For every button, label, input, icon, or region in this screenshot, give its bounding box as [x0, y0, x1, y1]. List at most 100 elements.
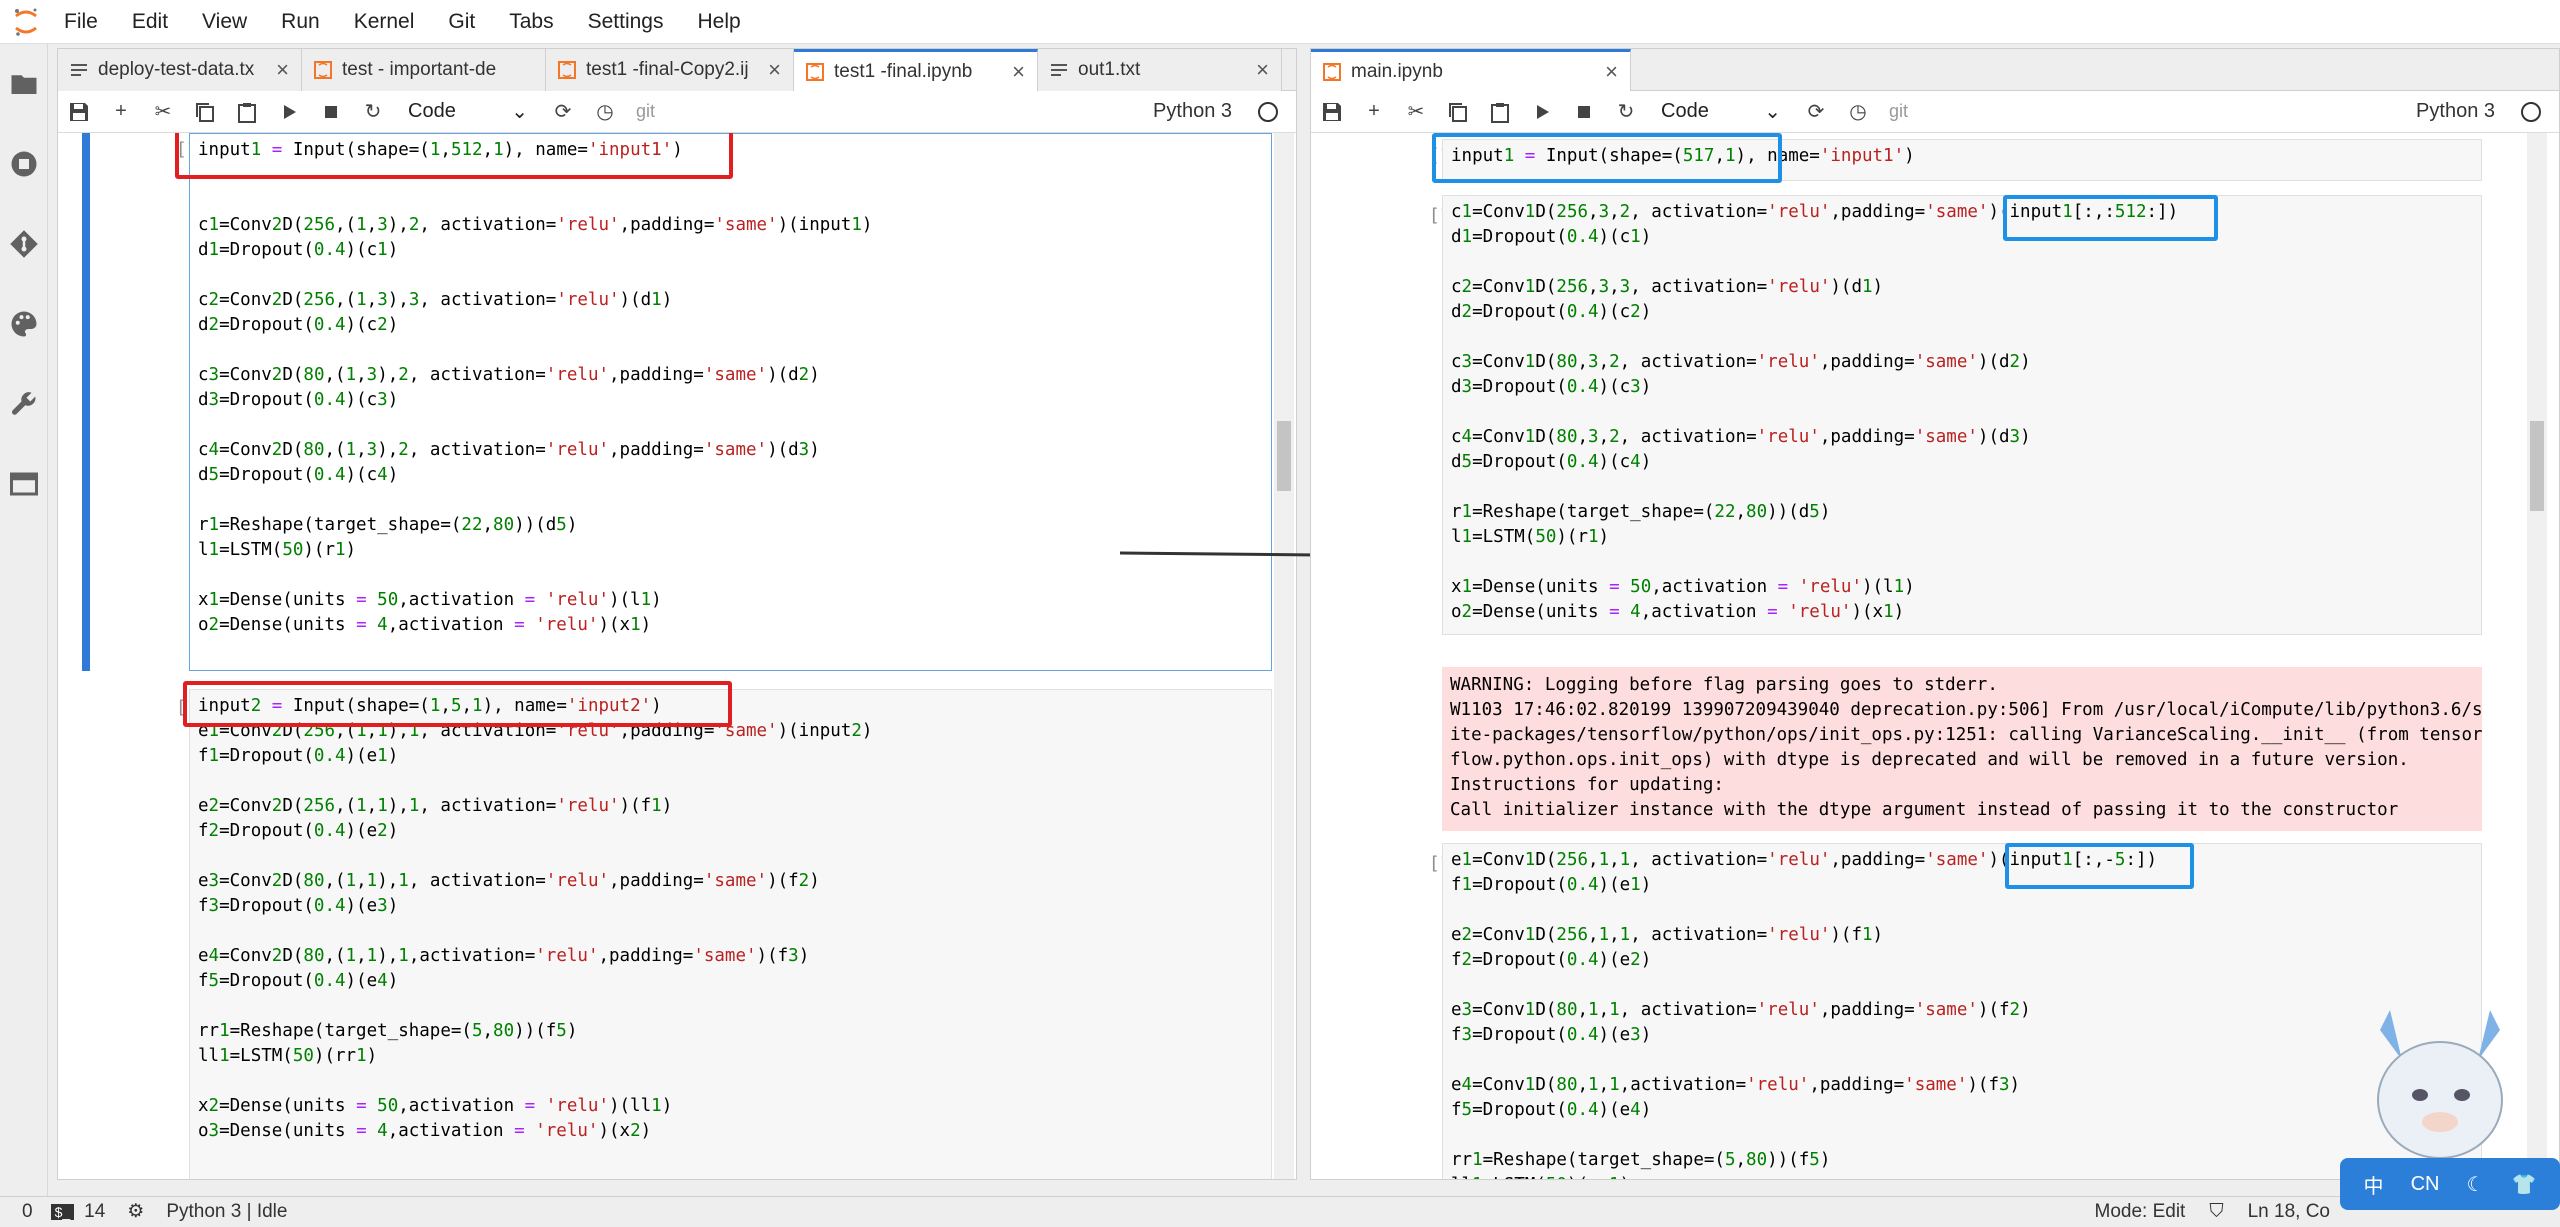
- copy-icon[interactable]: [184, 92, 226, 132]
- refresh-icon[interactable]: ⟳: [1795, 92, 1837, 132]
- add-cell-icon[interactable]: +: [1353, 92, 1395, 132]
- scrollbar[interactable]: [1274, 133, 1294, 1179]
- tab-test1-final[interactable]: test1 -final.ipynb ×: [794, 49, 1038, 91]
- code-line: f5=Dropout(0.4)(e4): [1451, 1098, 2473, 1123]
- jupyter-logo-icon: [0, 0, 52, 44]
- menu-settings[interactable]: Settings: [588, 10, 664, 34]
- cell-type-select[interactable]: Code ⌄: [1661, 99, 1781, 124]
- tabs-icon[interactable]: [0, 444, 48, 524]
- code-line: [1451, 250, 2473, 275]
- code-cell-editor[interactable]: input1 = Input(shape=(1,512,1), name='in…: [189, 133, 1272, 671]
- scrollbar[interactable]: [2527, 133, 2547, 1179]
- paste-icon[interactable]: [226, 92, 268, 132]
- cell-type-value: Code: [1661, 100, 1709, 123]
- code-cell-editor[interactable]: input2 = Input(shape=(1,5,1), name='inpu…: [189, 689, 1272, 1179]
- git-label[interactable]: git: [636, 101, 655, 122]
- running-icon[interactable]: [0, 124, 48, 204]
- shield-check-icon: ⛉: [2209, 1201, 2223, 1223]
- wrench-icon[interactable]: [0, 364, 48, 444]
- code-line: d5=Dropout(0.4)(c4): [198, 463, 1263, 488]
- code-line: d2=Dropout(0.4)(c2): [198, 313, 1263, 338]
- shirt-icon[interactable]: 👕: [2512, 1172, 2537, 1197]
- menu-tabs[interactable]: Tabs: [509, 10, 553, 34]
- left-notebook-panel: deploy-test-data.tx × test - important-d…: [57, 48, 1297, 1180]
- menu-view[interactable]: View: [202, 10, 247, 34]
- stop-icon[interactable]: [1563, 92, 1605, 132]
- close-icon[interactable]: ×: [1012, 59, 1025, 85]
- kernel-status[interactable]: Python 3 | Idle: [166, 1201, 287, 1223]
- code-line: c3=Conv2D(80,(1,3),2, activation='relu',…: [198, 363, 1263, 388]
- code-line: l1=LSTM(50)(r1): [198, 538, 1263, 563]
- code-line: ll1=LSTM(50)(rr1): [1451, 1173, 2473, 1179]
- code-line: d1=Dropout(0.4)(c1): [198, 238, 1263, 263]
- tab-test1-final-copy2[interactable]: test1 -final-Copy2.ij ×: [546, 49, 794, 91]
- run-icon[interactable]: [1521, 92, 1563, 132]
- ime-toolbar[interactable]: 中 CN ☾ 👕: [2340, 1158, 2560, 1210]
- moon-icon[interactable]: ☾: [2467, 1172, 2485, 1197]
- restart-icon[interactable]: ↻: [352, 92, 394, 132]
- code-line: [198, 188, 1263, 213]
- cell-type-select[interactable]: Code ⌄: [408, 99, 528, 124]
- stderr-line: Call initializer instance with the dtype…: [1450, 798, 2474, 823]
- stderr-line: Instructions for updating:: [1450, 773, 2474, 798]
- save-icon[interactable]: [1311, 92, 1353, 132]
- kernel-name[interactable]: Python 3: [1153, 100, 1232, 123]
- code-line: [198, 338, 1263, 363]
- git-icon[interactable]: [0, 204, 48, 284]
- cut-icon[interactable]: ✂: [142, 92, 184, 132]
- stderr-line: ite-packages/tensorflow/python/ops/init_…: [1450, 723, 2474, 748]
- code-line: x2=Dense(units = 50,activation = 'relu')…: [198, 1094, 1263, 1119]
- menubar: File Edit View Run Kernel Git Tabs Settings Help: [0, 0, 2560, 44]
- tab-out1-txt[interactable]: out1.txt ×: [1038, 49, 1282, 91]
- ime-lang-cn[interactable]: CN: [2411, 1173, 2440, 1196]
- cut-icon[interactable]: ✂: [1395, 92, 1437, 132]
- ime-lang-chinese[interactable]: 中: [2364, 1170, 2384, 1199]
- code-line: r1=Reshape(target_shape=(22,80))(d5): [198, 513, 1263, 538]
- settings-gear-icon[interactable]: ⚙: [127, 1200, 144, 1223]
- close-icon[interactable]: ×: [1256, 57, 1269, 83]
- run-icon[interactable]: [268, 92, 310, 132]
- tab-deploy-test-data[interactable]: deploy-test-data.tx ×: [58, 49, 302, 91]
- clock-icon[interactable]: ◷: [584, 92, 626, 132]
- save-icon[interactable]: [58, 92, 100, 132]
- add-cell-icon[interactable]: +: [100, 92, 142, 132]
- git-label[interactable]: git: [1889, 101, 1908, 122]
- palette-icon[interactable]: [0, 284, 48, 364]
- paste-icon[interactable]: [1479, 92, 1521, 132]
- code-line: [198, 263, 1263, 288]
- menu-run[interactable]: Run: [281, 10, 320, 34]
- scroll-thumb[interactable]: [2530, 421, 2544, 511]
- code-line: x1=Dense(units = 50,activation = 'relu')…: [1451, 575, 2473, 600]
- menu-edit[interactable]: Edit: [132, 10, 168, 34]
- code-line: d1=Dropout(0.4)(c1): [1451, 225, 2473, 250]
- close-icon[interactable]: ×: [768, 57, 781, 83]
- highlight-box-input1-shape: [1432, 133, 1782, 183]
- code-line: d3=Dropout(0.4)(c3): [1451, 375, 2473, 400]
- code-line: [1451, 475, 2473, 500]
- clock-icon[interactable]: ◷: [1837, 92, 1879, 132]
- close-icon[interactable]: ×: [276, 57, 289, 83]
- kernel-name[interactable]: Python 3: [2416, 100, 2495, 123]
- code-line: c1=Conv1D(256,3,2, activation='relu',pad…: [1451, 200, 2473, 225]
- refresh-icon[interactable]: ⟳: [542, 92, 584, 132]
- menu-help[interactable]: Help: [698, 10, 741, 34]
- menu-git[interactable]: Git: [448, 10, 475, 34]
- menu-kernel[interactable]: Kernel: [354, 10, 415, 34]
- stop-icon[interactable]: [310, 92, 352, 132]
- code-line: f5=Dropout(0.4)(e4): [198, 969, 1263, 994]
- code-cell-editor[interactable]: c1=Conv1D(256,3,2, activation='relu',pad…: [1442, 195, 2482, 635]
- close-icon[interactable]: ×: [1605, 59, 1618, 85]
- text-file-icon: [1050, 61, 1068, 79]
- tab-main-ipynb[interactable]: main.ipynb ×: [1311, 49, 1631, 91]
- terminal-icon[interactable]: $_: [51, 1204, 75, 1220]
- copy-icon[interactable]: [1437, 92, 1479, 132]
- restart-icon[interactable]: ↻: [1605, 92, 1647, 132]
- code-line: e3=Conv2D(80,(1,1),1, activation='relu',…: [198, 869, 1263, 894]
- menu-file[interactable]: File: [64, 10, 98, 34]
- code-cell-editor[interactable]: e1=Conv1D(256,1,1, activation='relu',pad…: [1442, 843, 2482, 1179]
- notebook-icon: [1323, 63, 1341, 81]
- code-line: e1=Conv1D(256,1,1, activation='relu',pad…: [1451, 848, 2473, 873]
- tab-test-important[interactable]: test - important-de: [302, 49, 546, 91]
- folder-icon[interactable]: [0, 44, 48, 124]
- scroll-thumb[interactable]: [1277, 421, 1291, 491]
